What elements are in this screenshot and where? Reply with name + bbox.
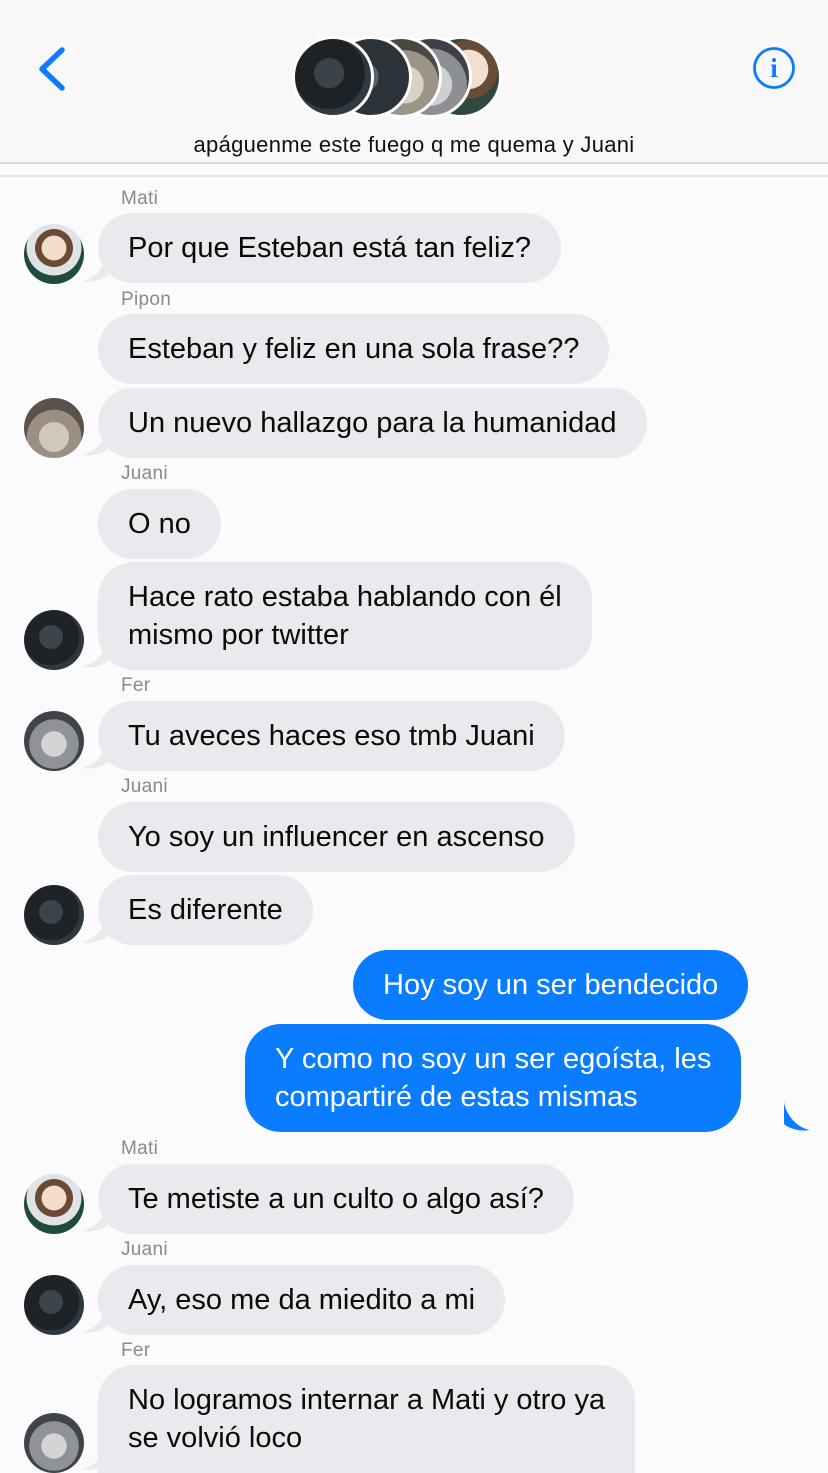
bubble-tail — [784, 1102, 810, 1131]
message-bubble[interactable]: Yo soy un influencer en ascenso — [98, 802, 575, 872]
message-bubble[interactable]: Hace rato estaba hablando con él mismo p… — [98, 562, 592, 670]
info-button[interactable]: i — [752, 46, 796, 90]
avatar-fer[interactable] — [24, 711, 84, 771]
avatar-pipon[interactable] — [24, 398, 84, 458]
message-bubble[interactable]: Es diferente — [98, 875, 313, 945]
avatar-mati[interactable] — [24, 224, 84, 284]
sender-name: Mati — [121, 188, 159, 209]
message-line: Y como no soy un ser egoísta, les — [275, 1043, 712, 1075]
avatar-fer[interactable] — [24, 1413, 84, 1473]
message-bubble[interactable]: Tu aveces haces eso tmb Juani — [98, 701, 565, 771]
sender-name: Juani — [121, 776, 168, 797]
chat-title[interactable]: apáguenme este fuego q me quema y Juani — [0, 132, 828, 158]
message-bubble[interactable]: Por que Esteban está tan feliz? — [98, 213, 562, 283]
message-line: compartiré de estas mismas — [275, 1081, 638, 1113]
group-avatar-juani — [292, 36, 374, 118]
sender-name: Juani — [121, 1239, 168, 1260]
outgoing-message-bubble[interactable]: Y como no soy un ser egoísta, les compar… — [245, 1024, 742, 1132]
avatar-juani[interactable] — [24, 610, 84, 670]
chat-screen: i apáguenme este fuego q me quema y Juan… — [0, 0, 828, 1473]
message-line: mismo por twitter — [128, 619, 349, 651]
sender-name: Fer — [121, 1340, 151, 1361]
message-bubble[interactable]: Esteban y feliz en una sola frase?? — [98, 314, 610, 384]
group-avatar-stack[interactable] — [290, 36, 510, 122]
chevron-left-icon — [39, 47, 65, 91]
sender-name: Fer — [121, 675, 151, 696]
message-bubble[interactable]: Un nuevo hallazgo para la humanidad — [98, 388, 647, 458]
chat-header: i apáguenme este fuego q me quema y Juan… — [0, 0, 828, 164]
outgoing-message-bubble[interactable]: Hoy soy un ser bendecido — [353, 950, 749, 1020]
message-line: se volvió loco — [128, 1422, 303, 1454]
message-bubble[interactable]: No logramos internar a Mati y otro ya se… — [98, 1365, 636, 1473]
info-icon: i — [753, 47, 795, 89]
message-bubble[interactable]: Ay, eso me da miedito a mi — [98, 1265, 506, 1335]
avatar-mati[interactable] — [24, 1174, 84, 1234]
message-line: No logramos internar a Mati y otro ya — [128, 1384, 606, 1416]
sender-name: Juani — [121, 463, 168, 484]
sender-name: Pipon — [121, 289, 172, 310]
header-divider — [0, 175, 828, 177]
svg-text:i: i — [770, 53, 778, 83]
avatar-juani[interactable] — [24, 885, 84, 945]
message-bubble[interactable]: O no — [98, 489, 221, 559]
back-button[interactable] — [30, 44, 74, 94]
avatar-juani[interactable] — [24, 1275, 84, 1335]
message-bubble[interactable]: Te metiste a un culto o algo así? — [98, 1164, 574, 1234]
sender-name: Mati — [121, 1138, 159, 1159]
message-line: Hace rato estaba hablando con él — [128, 581, 562, 613]
